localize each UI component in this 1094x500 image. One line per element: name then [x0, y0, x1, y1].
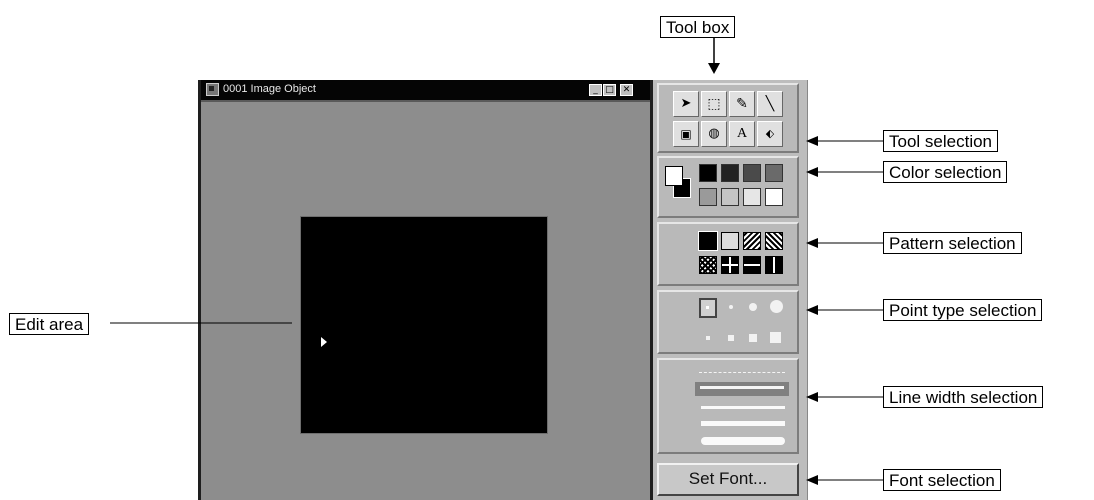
color-selection-panel	[657, 156, 799, 218]
text-icon[interactable]: A	[729, 121, 755, 147]
color-swatch[interactable]	[765, 164, 783, 182]
color-swatch[interactable]	[765, 188, 783, 206]
maximize-button[interactable]: □	[603, 84, 616, 96]
point-type-square-medium[interactable]	[749, 334, 757, 342]
color-swatch[interactable]	[699, 188, 717, 206]
toolbox-label: Tool box	[660, 16, 736, 38]
pencil-icon[interactable]: ✎	[729, 91, 755, 117]
window-titlebar[interactable]: 0001 Image Object _ □ ✕	[201, 80, 650, 100]
minimize-button[interactable]: _	[589, 84, 602, 96]
point-type-square-large[interactable]	[770, 332, 781, 343]
toolbox: ➤ ⬚ ✎ ╲ ▣ ◍ A ⬖ Set Font...	[653, 80, 808, 500]
point-type-square-small[interactable]	[728, 335, 734, 341]
line-width-selection-panel	[657, 358, 799, 454]
pattern-diagonal-forward[interactable]	[743, 232, 761, 250]
pointer-cursor-icon	[321, 337, 327, 347]
line-width-heavy[interactable]	[701, 437, 785, 445]
image-object-window: 0001 Image Object _ □ ✕	[198, 80, 653, 500]
point-type-dot-large[interactable]	[770, 300, 783, 313]
font-selection-label: Font selection	[883, 469, 1001, 491]
point-type-square-tiny[interactable]	[706, 336, 710, 340]
current-color-indicator	[665, 166, 691, 198]
line-width-medium[interactable]	[701, 406, 785, 409]
pattern-horizontal[interactable]	[743, 256, 761, 274]
pattern-crosshatch[interactable]	[699, 256, 717, 274]
color-swatch[interactable]	[721, 188, 739, 206]
pattern-solid[interactable]	[698, 231, 718, 251]
line-width-selection-label: Line width selection	[883, 386, 1044, 408]
rectangle-icon[interactable]: ▣	[673, 121, 699, 147]
pattern-selection-label: Pattern selection	[883, 232, 1022, 254]
close-button[interactable]: ✕	[620, 84, 633, 96]
color-swatch[interactable]	[699, 164, 717, 182]
point-type-selection-label: Point type selection	[883, 299, 1043, 321]
line-icon[interactable]: ╲	[757, 91, 783, 117]
color-swatch[interactable]	[743, 164, 761, 182]
point-type-dot-medium[interactable]	[749, 303, 757, 311]
color-swatch[interactable]	[743, 188, 761, 206]
tool-selection-panel: ➤ ⬚ ✎ ╲ ▣ ◍ A ⬖	[657, 83, 799, 153]
line-width-selected[interactable]	[695, 382, 789, 396]
tool-selection-label: Tool selection	[883, 130, 999, 152]
set-font-button[interactable]: Set Font...	[657, 463, 799, 496]
pattern-empty[interactable]	[721, 232, 739, 250]
window-title: 0001 Image Object	[223, 83, 316, 95]
ellipse-icon[interactable]: ◍	[701, 121, 727, 147]
window-app-icon	[206, 83, 219, 96]
select-arrow-icon[interactable]: ➤	[673, 91, 699, 117]
point-type-selection-panel	[657, 290, 799, 354]
edit-area[interactable]	[201, 100, 650, 500]
color-swatch[interactable]	[721, 164, 739, 182]
line-width-dotted[interactable]	[699, 372, 785, 373]
marquee-icon[interactable]: ⬚	[701, 91, 727, 117]
line-width-thick[interactable]	[701, 421, 785, 426]
edit-area-label: Edit area	[9, 313, 90, 335]
point-type-selected[interactable]	[699, 298, 717, 318]
fill-icon[interactable]: ⬖	[757, 121, 783, 147]
pattern-vertical[interactable]	[765, 256, 783, 274]
point-type-dot-small[interactable]	[729, 305, 733, 309]
pattern-grid[interactable]	[721, 256, 739, 274]
pattern-diagonal-back[interactable]	[765, 232, 783, 250]
pattern-selection-panel	[657, 222, 799, 286]
color-selection-label: Color selection	[883, 161, 1008, 183]
image-canvas[interactable]	[300, 216, 548, 434]
